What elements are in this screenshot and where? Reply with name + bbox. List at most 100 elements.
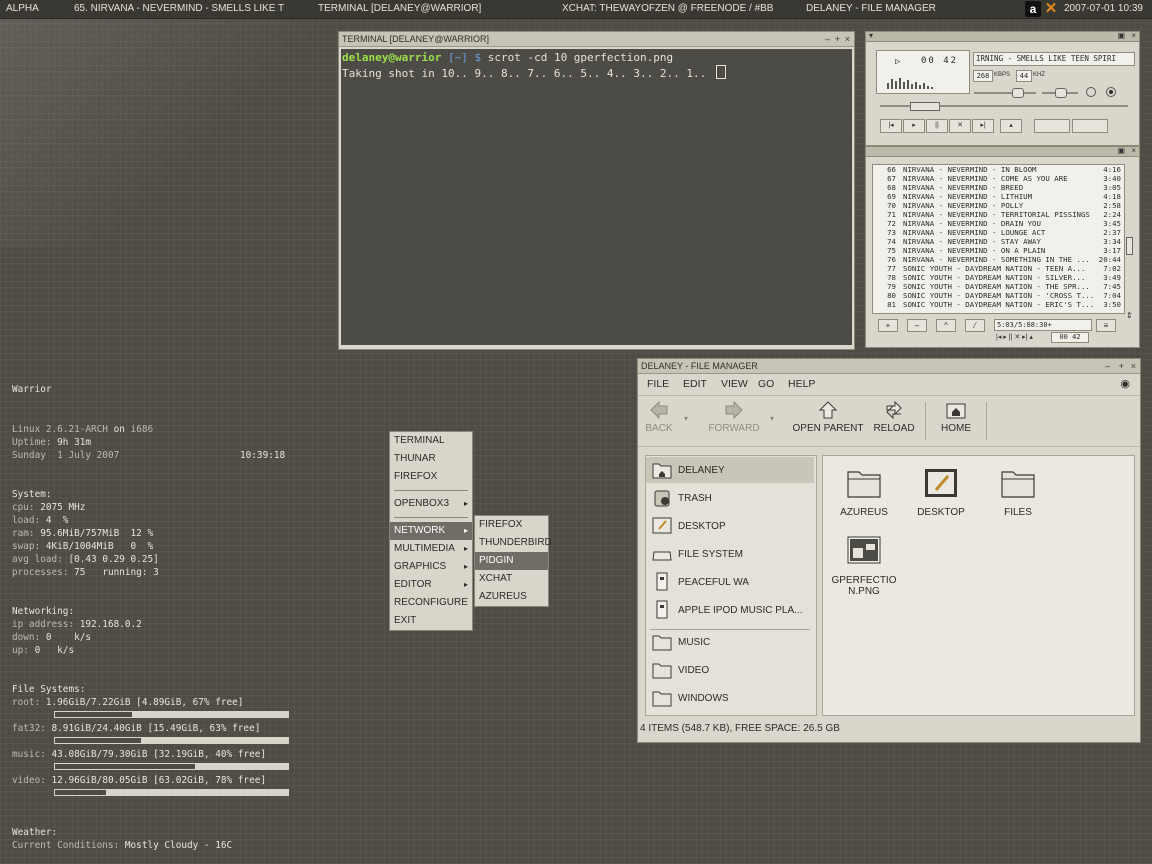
sidebar-item-ipod[interactable]: APPLE IPOD MUSIC PLA... [646,597,814,623]
close-icon[interactable]: × [1131,31,1136,40]
xmms-menu-icon[interactable]: ▾ [869,31,873,40]
menu-item-firefox[interactable]: FIREFOX [390,468,472,486]
playlist-row[interactable]: 70 NIRVANA - NEVERMIND - POLLY 2:58 [873,201,1124,210]
terminal-output[interactable]: delaney@warrior [~] $ scrot -cd 10 gperf… [341,49,852,345]
playlist-row[interactable]: 81 SONIC YOUTH - DAYDREAM NATION - ERIC'S… [873,300,1124,309]
playlist-titlebar[interactable]: ▣ × [866,146,1139,157]
maximize-icon[interactable]: + [835,32,840,46]
file-item-files[interactable]: FILES [983,468,1053,518]
submenu-item-firefox[interactable]: FIREFOX [475,516,548,534]
remove-button[interactable]: – [907,319,927,332]
fm-file-view[interactable]: AZUREUS DESKTOP FILES GPERFECTIO N.PNG [822,455,1135,716]
task-xchat[interactable]: XCHAT: THEWAYOFZEN @ FREENODE / #BB [562,3,773,14]
repeat-button[interactable] [1072,119,1108,133]
playlist-row[interactable]: 68 NIRVANA - NEVERMIND - BREED 3:05 [873,183,1124,192]
xchat-tray-icon[interactable]: ✕ [1043,1,1059,17]
amarok-tray-icon[interactable]: a [1025,1,1041,17]
menu-edit[interactable]: EDIT [683,378,707,390]
submenu-item-azureus[interactable]: AZUREUS [475,588,548,606]
close-icon[interactable]: × [1131,359,1136,373]
menu-item-multimedia[interactable]: MULTIMEDIA ▸ [390,540,472,558]
playlist-row[interactable]: 76 NIRVANA - NEVERMIND - SOMETHING IN THE… [873,255,1124,264]
playlist-row[interactable]: 66 NIRVANA - NEVERMIND - IN BLOOM 4:16 [873,165,1124,174]
sidebar-item-desktop[interactable]: DESKTOP [646,513,814,539]
terminal-titlebar[interactable]: TERMINAL [DELANEY@WARRIOR] – + × [339,32,854,47]
select-button[interactable]: ^ [936,319,956,332]
file-item-gperfection[interactable]: GPERFECTIO N.PNG [829,536,899,597]
menu-item-thunar[interactable]: THUNAR [390,450,472,468]
eject-button[interactable]: ▴ [1000,119,1022,133]
forward-dropdown-icon[interactable]: ▾ [770,414,774,423]
menu-item-graphics[interactable]: GRAPHICS ▸ [390,558,472,576]
menu-help[interactable]: HELP [788,378,815,390]
sidebar-item-windows[interactable]: WINDOWS [646,685,814,711]
sidebar-item-delaney[interactable]: DELANEY [646,457,814,483]
eq-toggle[interactable] [1086,87,1096,97]
menu-item-openbox3[interactable]: OPENBOX3 ▸ [390,495,472,513]
playlist-row[interactable]: 71 NIRVANA - NEVERMIND - TERRITORIAL PISS… [873,210,1124,219]
menu-item-network[interactable]: NETWORK ▸ [390,522,472,540]
back-button[interactable]: BACK [644,400,674,434]
play-button[interactable]: ▸ [903,119,925,133]
sidebar-item-file-system[interactable]: FILE SYSTEM [646,541,814,567]
next-button[interactable]: ▸| [972,119,994,133]
root-menu[interactable]: TERMINAL THUNAR FIREFOX OPENBOX3 ▸ NETWOR… [389,431,473,631]
close-icon[interactable]: × [1131,146,1136,155]
playlist[interactable]: 66 NIRVANA - NEVERMIND - IN BLOOM 4:16 67 NI… [872,164,1125,314]
forward-button[interactable]: FORWARD [708,400,760,434]
task-xmms[interactable]: 65. NIRVANA - NEVERMIND - SMELLS LIKE T [74,3,284,14]
playlist-row[interactable]: 78 SONIC YOUTH - DAYDREAM NATION - SILVER… [873,273,1124,282]
xmms-playlist-window[interactable]: ▣ × 66 NIRVANA - NEVERMIND - IN BLOOM 4:16… [865,146,1140,348]
volume-slider[interactable] [974,88,1036,98]
sidebar-item-video[interactable]: VIDEO [646,657,814,683]
playlist-row[interactable]: 80 SONIC YOUTH - DAYDREAM NATION - 'CROSS… [873,291,1124,300]
playlist-scrollbar[interactable] [1126,237,1133,255]
misc-button[interactable]: ⁄ [965,319,985,332]
sidebar-item-trash[interactable]: TRASH [646,485,814,511]
shuffle-button[interactable] [1034,119,1070,133]
playlist-row[interactable]: 75 NIRVANA - NEVERMIND - ON A PLAIN 3:17 [873,246,1124,255]
file-manager-window[interactable]: DELANEY - FILE MANAGER – + × FILE EDIT V… [637,358,1141,743]
close-icon[interactable]: × [845,32,850,46]
menu-item-exit[interactable]: EXIT [390,612,472,630]
menu-item-reconfigure[interactable]: RECONFIGURE [390,594,472,612]
playlist-row[interactable]: 73 NIRVANA - NEVERMIND - LOUNGE ACT 2:37 [873,228,1124,237]
mini-controls[interactable]: |◂ ▸ || ✕ ▸| ▴ [996,333,1033,341]
playlist-row[interactable]: 74 NIRVANA - NEVERMIND - STAY AWAY 3:34 [873,237,1124,246]
prev-button[interactable]: |◂ [880,119,902,133]
playlist-row[interactable]: 79 SONIC YOUTH - DAYDREAM NATION - THE SP… [873,282,1124,291]
pause-button[interactable]: || [926,119,948,133]
open-parent-button[interactable]: OPEN PARENT [792,400,864,434]
playlist-row[interactable]: 69 NIRVANA - NEVERMIND - LITHIUM 4:18 [873,192,1124,201]
submenu-item-pidgin[interactable]: PIDGIN [475,552,548,570]
shade-icon[interactable]: ▣ [1117,31,1125,40]
file-item-azureus[interactable]: AZUREUS [829,468,899,518]
shade-icon[interactable]: ▣ [1117,146,1125,155]
menu-view[interactable]: VIEW [721,378,748,390]
task-terminal[interactable]: TERMINAL [DELANEY@WARRIOR] [318,3,481,14]
xmms-time-display[interactable]: ▷ 00 42 [876,50,970,94]
list-button[interactable]: ≡ [1096,319,1116,332]
seek-bar[interactable] [880,102,1128,111]
playlist-toggle[interactable] [1106,87,1116,97]
file-item-desktop[interactable]: DESKTOP [906,468,976,518]
xmms-titlebar[interactable]: ▾ ▣ × [866,31,1139,42]
menu-file[interactable]: FILE [647,378,669,390]
submenu-item-xchat[interactable]: XCHAT [475,570,548,588]
add-button[interactable]: + [878,319,898,332]
reload-button[interactable]: RELOAD [872,400,916,434]
task-file-manager[interactable]: DELANEY - FILE MANAGER [806,3,936,14]
terminal-window[interactable]: TERMINAL [DELANEY@WARRIOR] – + × delaney… [338,31,855,350]
sidebar-item-music[interactable]: MUSIC [646,629,814,655]
submenu-item-thunderbird[interactable]: THUNDERBIRD [475,534,552,552]
scroll-arrows-icon[interactable]: ⇕ [1126,311,1133,320]
playlist-row[interactable]: 67 NIRVANA - NEVERMIND - COME AS YOU ARE 3… [873,174,1124,183]
xmms-main-window[interactable]: ▾ ▣ × ▷ 00 42 IRNING - SMELLS LIKE TEEN … [865,31,1140,146]
minimize-icon[interactable]: – [825,32,830,46]
minimize-icon[interactable]: – [1105,359,1110,373]
song-title-display[interactable]: IRNING - SMELLS LIKE TEEN SPIRI [973,52,1135,66]
menu-item-terminal[interactable]: TERMINAL [390,432,472,450]
playlist-row[interactable]: 77 SONIC YOUTH - DAYDREAM NATION - TEEN A… [873,264,1124,273]
menu-item-editor[interactable]: EDITOR ▸ [390,576,472,594]
maximize-icon[interactable]: + [1119,359,1124,373]
